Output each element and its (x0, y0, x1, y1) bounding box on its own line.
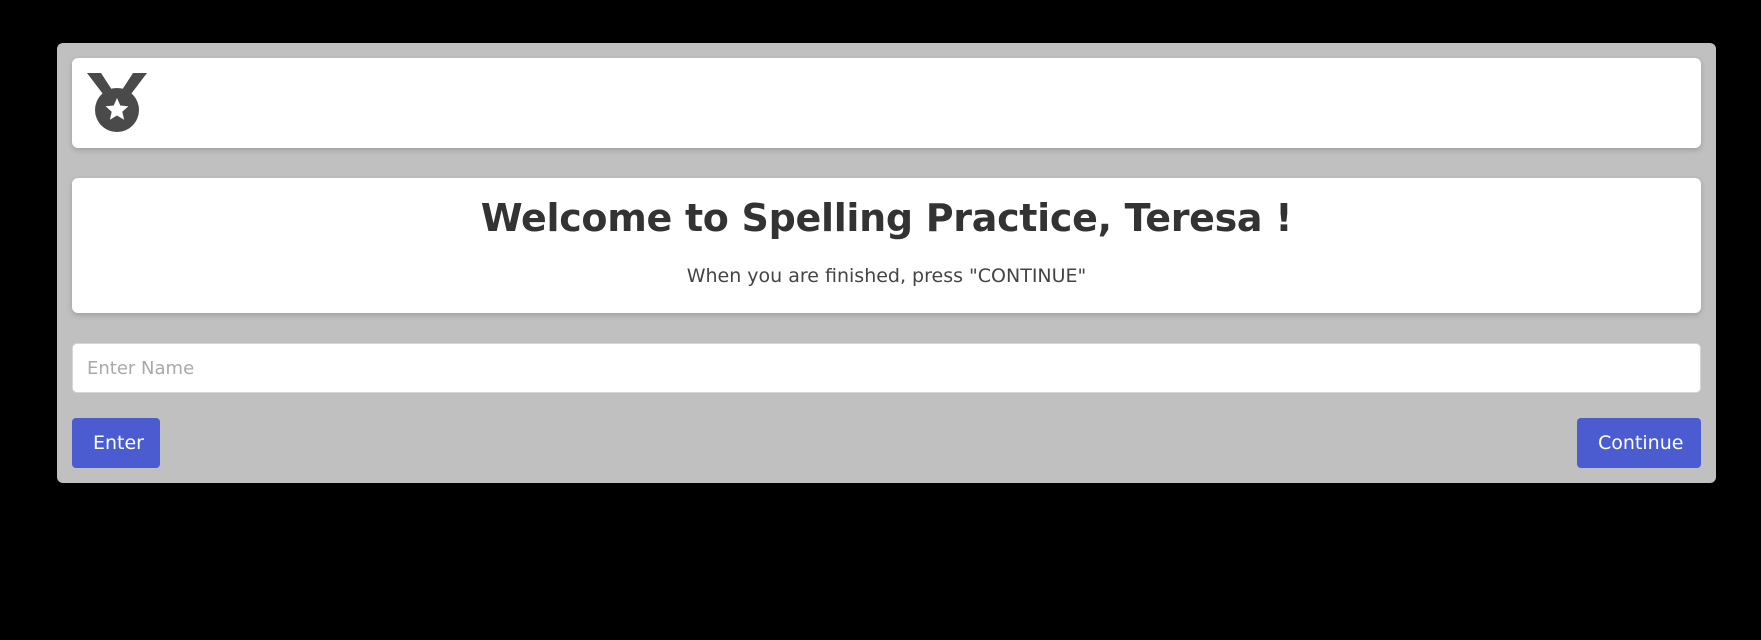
page-title: Welcome to Spelling Practice, Teresa ! (480, 196, 1293, 240)
instructions-text: When you are finished, press "CONTINUE" (686, 264, 1087, 287)
continue-button[interactable]: Continue (1577, 418, 1701, 468)
medal-star-icon (87, 71, 147, 133)
header-card (72, 58, 1701, 148)
app-panel: Welcome to Spelling Practice, Teresa ! W… (57, 43, 1716, 483)
button-row: Enter Continue (72, 418, 1701, 468)
name-input[interactable] (72, 343, 1701, 393)
welcome-card: Welcome to Spelling Practice, Teresa ! W… (72, 178, 1701, 313)
enter-button[interactable]: Enter (72, 418, 160, 468)
